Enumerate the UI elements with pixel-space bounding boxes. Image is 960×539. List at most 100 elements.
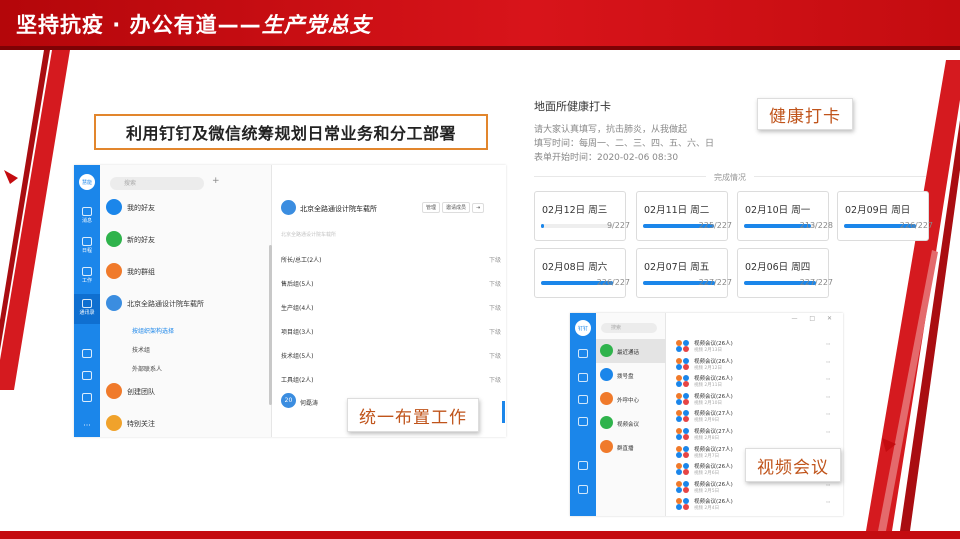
label-unified-work: 统一布置工作 (347, 398, 479, 432)
menu-item-dialpad[interactable]: 拨号盘 (596, 363, 666, 387)
message-icon[interactable] (578, 349, 588, 358)
video-call-icon[interactable]: ▭ (826, 500, 830, 505)
label-video-meeting: 视频会议 (745, 448, 841, 482)
video-call-icon[interactable]: ▭ (826, 360, 830, 365)
window-controls[interactable]: — □ ✕ (791, 315, 837, 322)
day-count: 226/227 (596, 278, 630, 287)
day-date: 02月07日 周五 (644, 262, 710, 273)
title-italic: 生产党总支 (261, 13, 372, 37)
meeting-sub: 视频 2月12日 (694, 365, 723, 371)
member-count-badge: 20 (281, 393, 296, 408)
list-item-groups[interactable]: 我的群组 (106, 259, 270, 285)
avatar[interactable]: 钉钉 (575, 320, 591, 336)
meeting-row[interactable]: 视频会议(26人) 视频 2月4日 ▭ (676, 495, 836, 515)
org-icon (281, 200, 296, 215)
manage-button[interactable]: 管理 (422, 202, 441, 213)
avatar[interactable]: 慧能 (79, 174, 95, 190)
add-icon[interactable]: + (212, 176, 220, 186)
sublist-item-tech[interactable]: 技术组 (132, 345, 150, 354)
meeting-name: 视频会议(26人) (694, 376, 733, 383)
apps-icon[interactable] (578, 395, 588, 404)
caption-text: 利用钉钉及微信统筹规划日常业务和分工部署 (125, 124, 456, 143)
list-item-create-team[interactable]: 创建团队 (106, 379, 270, 405)
menu-item-recent-calls[interactable]: 最近通话 (596, 339, 666, 363)
checkin-day-card[interactable]: 02月08日 周六 226/227 (534, 248, 630, 298)
org-title: 北京全路通设计院车载所 (300, 205, 377, 213)
group-avatar (676, 340, 690, 352)
group-icon (106, 263, 122, 279)
menu-item-outbound[interactable]: 外呼中心 (596, 387, 666, 411)
day-date: 02月06日 周四 (745, 262, 811, 273)
day-date: 02月10日 周一 (745, 205, 811, 216)
dingtalk-nav-rail: 慧能 消息 日程 工作 通讯录 ··· (74, 165, 100, 437)
rail-item-star[interactable] (74, 349, 100, 359)
exit-icon[interactable]: ⇥ (472, 203, 485, 213)
rail-item-phone[interactable] (74, 371, 100, 381)
group-avatar (676, 480, 690, 493)
rail-item-messages[interactable]: 消息 (74, 207, 100, 224)
rail-item-mail[interactable] (74, 393, 100, 403)
meeting-name: 视频会议(27人) (694, 429, 733, 435)
progress-bar (541, 224, 613, 228)
meeting-name: 视频会议(26人) (694, 393, 733, 400)
video-call-icon[interactable]: ▭ (826, 377, 830, 382)
apps-icon (82, 267, 92, 276)
org-detail-panel: 北京全路通设计院车载所 管理 邀请成员 ⇥ 北京全路通设计院车载所 所长/总工(2人… (272, 165, 506, 437)
day-date: 02月12日 周三 (542, 205, 608, 216)
checkin-day-card[interactable]: 02月09日 周日 226/227 (837, 191, 933, 241)
meeting-name: 视频会议(26人) (694, 464, 733, 471)
menu-item-video-meeting[interactable]: 视频会议 (596, 411, 666, 435)
checkin-day-card[interactable]: 02月11日 周二 225/227 (636, 191, 732, 241)
more-icon[interactable]: ··· (74, 421, 100, 430)
group-avatar (676, 498, 690, 511)
calendar-icon[interactable] (578, 373, 588, 382)
video-call-icon[interactable]: ▭ (826, 412, 830, 417)
rail-item-contacts[interactable]: 通讯录 (74, 299, 100, 316)
meeting-sub: 视频 2月9日 (694, 418, 720, 424)
mail-icon (82, 393, 92, 402)
search-input[interactable]: 搜索 (601, 323, 657, 333)
meeting-sub: 视频 2月4日 (694, 506, 720, 512)
health-form-desc: 请大家认真填写，抗击肺炎，从我做起 (534, 125, 688, 135)
menu-item-live[interactable]: 群直播 (596, 435, 666, 459)
contacts-icon[interactable] (578, 417, 588, 426)
header-banner: 坚持抗疫 · 办公有道——生产党总支 (0, 0, 960, 46)
checkin-day-card[interactable]: 02月10日 周一 213/228 (737, 191, 833, 241)
meeting-sub: 视频 2月5日 (694, 488, 720, 494)
checkin-day-card[interactable]: 02月07日 周五 227/227 (636, 248, 732, 298)
invite-button[interactable]: 邀请成员 (442, 202, 471, 213)
meeting-sub: 视频 2月6日 (694, 471, 720, 477)
video-call-icon[interactable]: ▭ (826, 395, 830, 400)
headset-icon (600, 392, 613, 405)
group-avatar (676, 392, 690, 405)
sublist-item-external[interactable]: 外部联系人 (132, 364, 162, 373)
search-input[interactable]: 搜索 (110, 177, 204, 190)
list-item-new-friends[interactable]: 新的好友 (106, 227, 270, 253)
video-call-icon[interactable]: ▭ (826, 342, 830, 347)
page-title: 坚持抗疫 · 办公有道——生产党总支 (16, 9, 372, 39)
list-item-org[interactable]: 北京全路通设计院车载所 (106, 291, 270, 317)
list-item-friends[interactable]: 我的好友 (106, 195, 270, 221)
dingtalk-contacts-screenshot: 慧能 消息 日程 工作 通讯录 ··· 搜索 + 我的好友 新的好友 我的群组 … (74, 165, 506, 437)
day-count: 213/228 (799, 221, 833, 230)
breadcrumb: 北京全路通设计院车载所 (281, 232, 337, 238)
sublist-item-org-structure[interactable]: 按组织架构选择 (132, 326, 174, 335)
day-count: 227/227 (799, 278, 833, 287)
member-name[interactable]: 何磊涛 (300, 398, 318, 407)
day-date: 02月08日 周六 (542, 262, 608, 273)
phone-icon[interactable] (578, 461, 588, 470)
checkin-day-card[interactable]: 02月12日 周三 9/227 (534, 191, 630, 241)
list-item-special-focus[interactable]: 特别关注 (106, 411, 270, 437)
right-red-stripe (866, 60, 960, 531)
video-call-icon[interactable]: ▭ (826, 430, 830, 435)
day-count: 227/227 (698, 278, 732, 287)
rail-item-calendar[interactable]: 日程 (74, 237, 100, 254)
left-red-stripe (0, 50, 70, 390)
group-avatar (676, 463, 690, 476)
meeting-sub: 视频 2月13日 (694, 348, 723, 353)
label-health-checkin: 健康打卡 (757, 98, 853, 130)
mail-icon[interactable] (578, 485, 588, 494)
checkin-day-card[interactable]: 02月06日 周四 227/227 (737, 248, 833, 298)
video-call-icon[interactable]: ▭ (826, 483, 830, 488)
rail-item-work[interactable]: 工作 (74, 267, 100, 284)
